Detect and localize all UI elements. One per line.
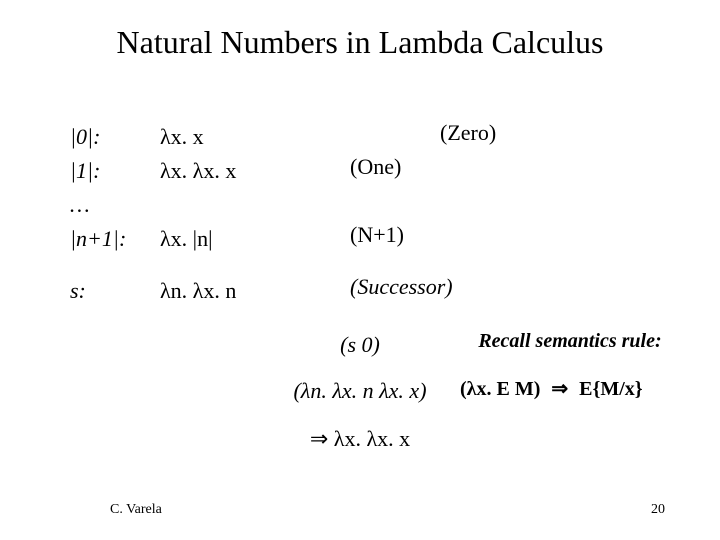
rule-right: E{M/x} (579, 378, 643, 400)
footer-page: 20 (651, 502, 665, 518)
row-one: |1|: λx. λx. x (70, 154, 300, 188)
tag-zero: (Zero) (440, 120, 496, 146)
label-dots: … (70, 188, 160, 222)
label-nplus1: |n+1|: (70, 222, 160, 256)
label-successor: s: (70, 274, 160, 308)
tag-successor: (Successor) (350, 274, 453, 300)
expr-dots (160, 188, 300, 222)
derive-step-2-body: λx. λx. x (334, 426, 410, 451)
slide-title: Natural Numbers in Lambda Calculus (0, 24, 720, 61)
row-zero: |0|: λx. x (70, 120, 300, 154)
label-zero: |0|: (70, 120, 160, 154)
tag-nplus1: (N+1) (350, 222, 404, 248)
label-one: |1|: (70, 154, 160, 188)
footer-author: C. Varela (110, 502, 162, 518)
rule-arrow: ⇒ (545, 378, 574, 400)
expr-successor: λn. λx. n (160, 274, 300, 308)
derive-step-2: ⇒ λx. λx. x (0, 426, 720, 452)
row-dots: … (70, 188, 300, 222)
expr-zero: λx. x (160, 120, 300, 154)
definitions-block: |0|: λx. x |1|: λx. λx. x … |n+1|: λx. |… (70, 120, 300, 308)
expr-nplus1: λx. |n| (160, 222, 300, 256)
row-nplus1: |n+1|: λx. |n| (70, 222, 300, 256)
recall-heading: Recall semantics rule: (460, 330, 680, 353)
row-successor: s: λn. λx. n (70, 274, 300, 308)
tag-one: (One) (350, 154, 401, 180)
rule-left: (λx. E M) (460, 378, 540, 400)
recall-rule: (λx. E M) ⇒ E{M/x} (460, 376, 680, 401)
expr-one: λx. λx. x (160, 154, 300, 188)
